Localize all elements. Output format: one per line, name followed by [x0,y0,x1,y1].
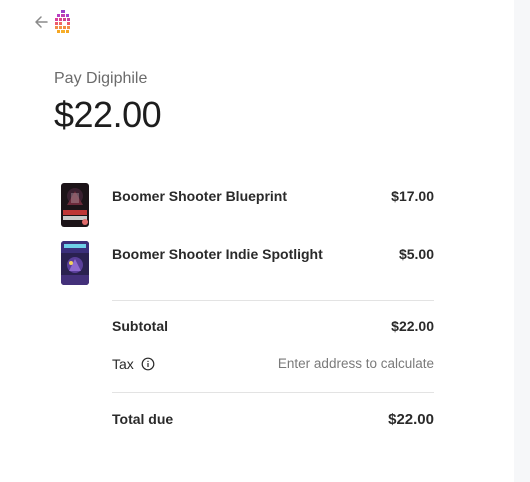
item-price: $5.00 [398,246,434,262]
product-thumbnail [61,241,89,285]
product-thumbnail [61,183,89,227]
subtotal-row: Subtotal $22.00 [112,318,434,338]
subtotal-label: Subtotal [112,318,168,334]
line-item: Boomer Shooter Indie Spotlight $5.00 [61,241,434,285]
item-price: $17.00 [391,188,434,204]
total-amount: $22.00 [54,94,162,135]
divider [112,392,434,393]
total-row: Total due $22.00 [112,411,434,431]
right-panel [514,0,530,482]
item-name: Boomer Shooter Indie Spotlight [112,246,323,262]
item-name: Boomer Shooter Blueprint [112,188,288,204]
digiphile-logo-icon [55,10,70,33]
subtotal-value: $22.00 [391,318,434,334]
line-item: Boomer Shooter Blueprint $17.00 [61,183,434,227]
merchant-name: Pay Digiphile [54,70,148,87]
info-icon[interactable] [141,357,155,371]
total-label: Total due [112,411,174,427]
divider [112,300,434,301]
tax-label: Tax [112,356,134,372]
tax-row: Tax Enter address to calculate [112,356,434,376]
tax-value[interactable]: Enter address to calculate [278,356,434,371]
arrow-left-icon[interactable] [33,13,49,31]
total-value: $22.00 [388,411,434,428]
